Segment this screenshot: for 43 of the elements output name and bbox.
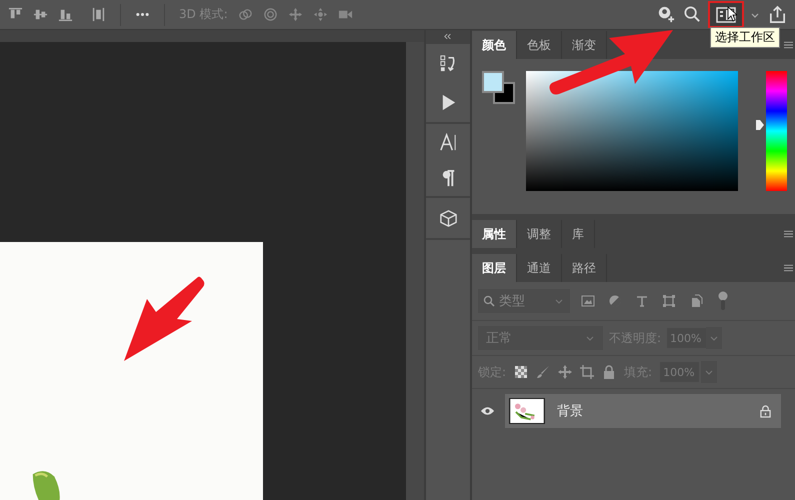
move-icon[interactable] <box>558 365 572 379</box>
lock-icon[interactable] <box>760 404 771 418</box>
layer-row[interactable]: 背景 <box>505 394 781 428</box>
hue-slider-thumb[interactable] <box>756 120 764 130</box>
crop-icon[interactable] <box>580 365 594 379</box>
adjustment-filter-icon[interactable] <box>608 294 622 308</box>
color-field[interactable] <box>526 71 738 191</box>
lock-icon[interactable] <box>602 365 616 379</box>
eye-icon[interactable] <box>480 406 495 416</box>
add-user-icon[interactable] <box>656 5 675 24</box>
panel-menu-icon[interactable] <box>784 264 793 272</box>
panel-tab[interactable]: 属性 <box>472 220 517 248</box>
layer-filter-field[interactable]: 类型 <box>478 289 570 313</box>
panel-tab[interactable]: 颜色 <box>472 31 517 59</box>
panel-menu-icon[interactable] <box>784 230 793 238</box>
tooltip: 选择工作区 <box>710 27 780 48</box>
panel-menu-icon[interactable] <box>784 41 793 49</box>
layer-thumbnail <box>509 398 545 424</box>
panel-tab[interactable]: 图层 <box>472 254 517 282</box>
pan-icon[interactable] <box>288 7 303 22</box>
filter-toggle-icon[interactable] <box>716 291 730 311</box>
image-filter-icon[interactable] <box>581 294 595 308</box>
smart-object-filter-icon[interactable] <box>689 294 703 308</box>
mouse-cursor-icon <box>727 6 737 22</box>
type-filter-icon[interactable] <box>635 294 649 308</box>
layer-name: 背景 <box>557 403 583 420</box>
align-bottom-icon[interactable] <box>58 7 73 22</box>
share-icon[interactable] <box>768 5 787 24</box>
distribute-icon[interactable] <box>91 7 106 22</box>
slide-icon[interactable] <box>312 7 328 22</box>
search-icon[interactable] <box>683 5 702 24</box>
search-icon <box>483 295 495 307</box>
orbit-icon[interactable] <box>238 7 253 22</box>
cube-icon[interactable] <box>438 208 458 228</box>
collapse-icon[interactable] <box>444 34 452 38</box>
scrollbar[interactable] <box>406 42 424 500</box>
roll-icon[interactable] <box>262 7 278 22</box>
character-icon[interactable] <box>438 132 458 152</box>
align-middle-icon[interactable] <box>33 7 48 22</box>
shape-filter-icon[interactable] <box>662 294 676 308</box>
color-swatches-icon[interactable] <box>482 71 516 105</box>
checkerboard-icon[interactable] <box>514 365 528 379</box>
brush-icon[interactable] <box>536 365 550 379</box>
